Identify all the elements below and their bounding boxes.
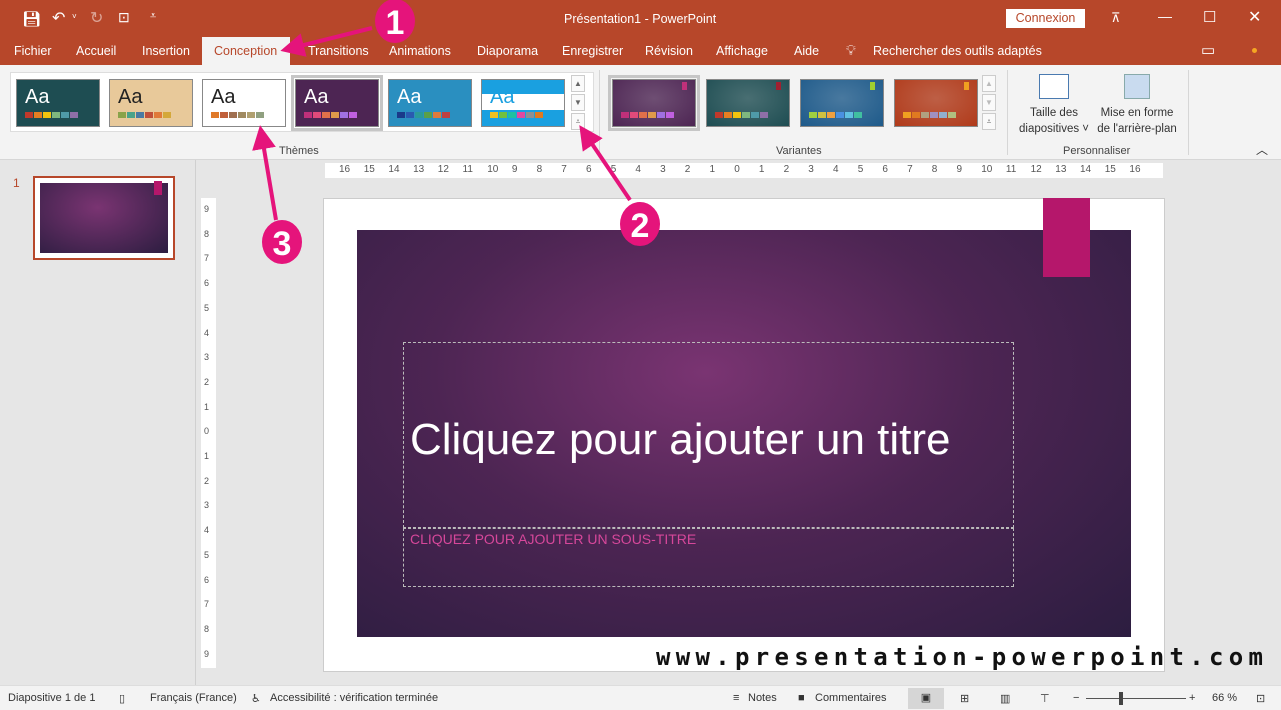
zoom-level[interactable]: 66 %	[1212, 692, 1237, 704]
normal-view-icon[interactable]: ▣	[908, 688, 944, 709]
annotation-overlay: 1 2 3	[252, 0, 660, 264]
accessibility-status[interactable]: Accessibilité : vérification terminée	[270, 692, 438, 704]
fit-to-window-icon[interactable]: ⊡	[1256, 692, 1265, 705]
zoom-slider-thumb[interactable]	[1119, 692, 1124, 705]
notes-button[interactable]: Notes	[748, 692, 777, 704]
slide-indicator: Diapositive 1 de 1	[8, 692, 96, 704]
arrow-1	[280, 26, 373, 57]
language-indicator[interactable]: Français (France)	[150, 692, 237, 704]
zoom-in-button[interactable]: +	[1189, 692, 1195, 704]
slide-sorter-icon[interactable]: ⊞	[960, 692, 969, 705]
spelling-icon[interactable]: ▯	[119, 692, 125, 705]
arrow-3	[252, 125, 278, 221]
notes-icon: ≡	[733, 692, 740, 704]
zoom-slider[interactable]	[1086, 698, 1186, 699]
badge-2-label: 2	[631, 207, 650, 245]
badge-1-label: 1	[386, 4, 405, 42]
arrow-2	[579, 125, 632, 202]
reading-view-icon[interactable]: ▥	[1000, 692, 1010, 705]
watermark: www.presentation-powerpoint.com	[656, 643, 1269, 671]
comments-status-icon: ■	[798, 692, 805, 704]
slideshow-icon[interactable]: ⊤	[1040, 692, 1050, 705]
zoom-out-button[interactable]: −	[1073, 692, 1079, 704]
status-bar: Diapositive 1 de 1 ▯ Français (France) ♿…	[0, 685, 1281, 710]
comments-button[interactable]: Commentaires	[815, 692, 887, 704]
badge-3-label: 3	[273, 225, 292, 263]
accessibility-icon: ♿︎	[251, 693, 261, 705]
